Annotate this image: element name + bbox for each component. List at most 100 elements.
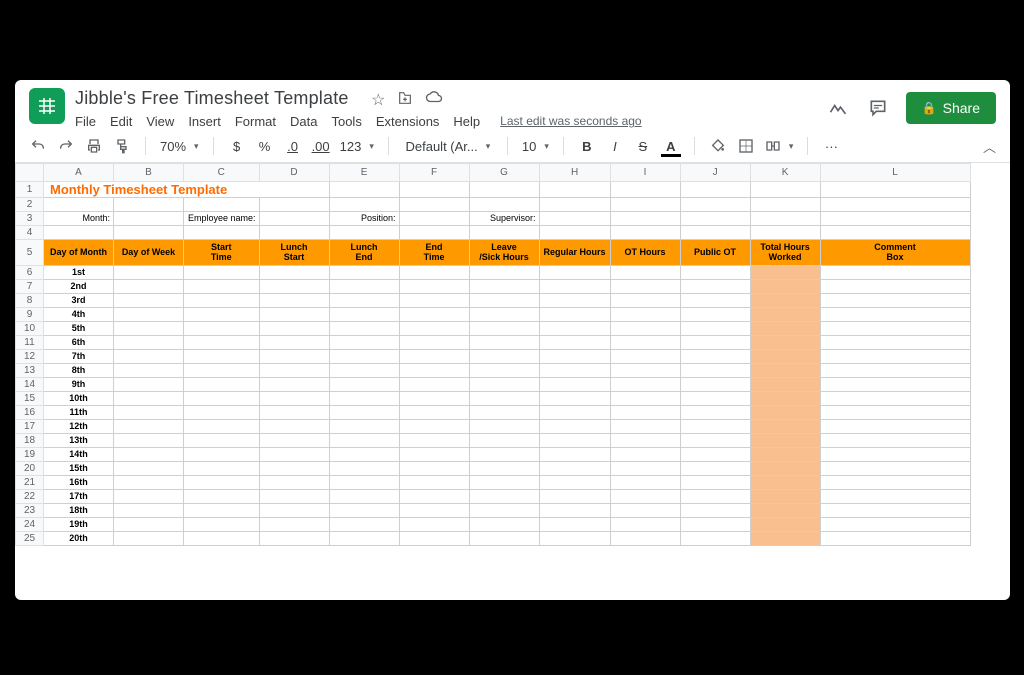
cell[interactable]: [610, 335, 680, 349]
cell[interactable]: [820, 197, 970, 211]
cell[interactable]: [610, 349, 680, 363]
day-cell[interactable]: 9th: [44, 377, 114, 391]
cell[interactable]: [399, 405, 469, 419]
cell[interactable]: [750, 405, 820, 419]
cell[interactable]: [329, 293, 399, 307]
cell[interactable]: [469, 279, 539, 293]
cell[interactable]: [329, 181, 399, 197]
cell[interactable]: [539, 293, 610, 307]
row-header[interactable]: 7: [16, 279, 44, 293]
cell[interactable]: [610, 405, 680, 419]
cell[interactable]: [750, 349, 820, 363]
cell[interactable]: [539, 489, 610, 503]
strike-button[interactable]: S: [634, 139, 652, 154]
day-cell[interactable]: 14th: [44, 447, 114, 461]
cell[interactable]: [259, 531, 329, 545]
number-format-select[interactable]: 123: [340, 139, 374, 154]
day-cell[interactable]: 19th: [44, 517, 114, 531]
col-header[interactable]: D: [259, 163, 329, 181]
cell[interactable]: [539, 419, 610, 433]
move-icon[interactable]: [397, 90, 413, 110]
cell[interactable]: [259, 363, 329, 377]
cell[interactable]: [329, 225, 399, 239]
column-header-cell[interactable]: Day of Week: [114, 239, 184, 265]
cell[interactable]: [539, 531, 610, 545]
column-header-cell[interactable]: CommentBox: [820, 239, 970, 265]
cell[interactable]: [610, 265, 680, 279]
cell[interactable]: [820, 279, 970, 293]
cell[interactable]: [469, 531, 539, 545]
cell[interactable]: [750, 391, 820, 405]
day-cell[interactable]: 20th: [44, 531, 114, 545]
cell[interactable]: [329, 419, 399, 433]
col-header[interactable]: L: [820, 163, 970, 181]
cell[interactable]: [469, 181, 539, 197]
cell[interactable]: [184, 475, 260, 489]
day-cell[interactable]: 2nd: [44, 279, 114, 293]
cell[interactable]: [820, 461, 970, 475]
cell[interactable]: [399, 461, 469, 475]
cell[interactable]: [610, 517, 680, 531]
cell[interactable]: [469, 405, 539, 419]
cell[interactable]: [610, 447, 680, 461]
cell[interactable]: [680, 349, 750, 363]
col-header[interactable]: I: [610, 163, 680, 181]
cell[interactable]: [184, 447, 260, 461]
cell[interactable]: [399, 181, 469, 197]
decrease-decimal-button[interactable]: .0: [284, 139, 302, 154]
cell[interactable]: [680, 419, 750, 433]
cell[interactable]: [329, 349, 399, 363]
cell[interactable]: [399, 349, 469, 363]
cell[interactable]: [184, 335, 260, 349]
cell[interactable]: [184, 405, 260, 419]
cell[interactable]: [399, 321, 469, 335]
cell[interactable]: [259, 405, 329, 419]
spreadsheet[interactable]: ABCDEFGHIJKL1Monthly Timesheet Template2…: [15, 163, 1010, 583]
cell[interactable]: [399, 377, 469, 391]
cell[interactable]: [539, 461, 610, 475]
cell[interactable]: [399, 433, 469, 447]
cell[interactable]: [184, 265, 260, 279]
cell[interactable]: [539, 349, 610, 363]
row-header[interactable]: 13: [16, 363, 44, 377]
share-button[interactable]: 🔒Share: [906, 92, 996, 124]
cell[interactable]: [184, 225, 260, 239]
cell[interactable]: [680, 197, 750, 211]
cell[interactable]: [259, 391, 329, 405]
cell[interactable]: [114, 405, 184, 419]
cell[interactable]: [114, 265, 184, 279]
cell[interactable]: [820, 293, 970, 307]
cell[interactable]: [329, 377, 399, 391]
cell[interactable]: [610, 197, 680, 211]
menu-help[interactable]: Help: [453, 114, 480, 129]
cell[interactable]: [680, 433, 750, 447]
cell[interactable]: [469, 363, 539, 377]
cell[interactable]: [820, 419, 970, 433]
italic-button[interactable]: I: [606, 139, 624, 154]
cell[interactable]: [259, 293, 329, 307]
cell[interactable]: [750, 363, 820, 377]
cell[interactable]: [680, 503, 750, 517]
cell[interactable]: [399, 307, 469, 321]
cell[interactable]: [610, 391, 680, 405]
cell[interactable]: [259, 461, 329, 475]
cell[interactable]: [610, 503, 680, 517]
row-header[interactable]: 8: [16, 293, 44, 307]
print-button[interactable]: [85, 138, 103, 154]
column-header-cell[interactable]: Public OT: [680, 239, 750, 265]
cell[interactable]: [259, 211, 329, 225]
cell[interactable]: [259, 503, 329, 517]
cell[interactable]: [539, 265, 610, 279]
cell[interactable]: [399, 419, 469, 433]
cell[interactable]: [114, 211, 184, 225]
cell[interactable]: [820, 475, 970, 489]
row-header[interactable]: 22: [16, 489, 44, 503]
cell[interactable]: [469, 503, 539, 517]
text-color-button[interactable]: A: [662, 139, 680, 154]
col-header[interactable]: K: [750, 163, 820, 181]
cell[interactable]: [820, 405, 970, 419]
cell[interactable]: [750, 419, 820, 433]
cell[interactable]: [750, 197, 820, 211]
cell[interactable]: [259, 225, 329, 239]
merge-button[interactable]: [765, 138, 794, 154]
